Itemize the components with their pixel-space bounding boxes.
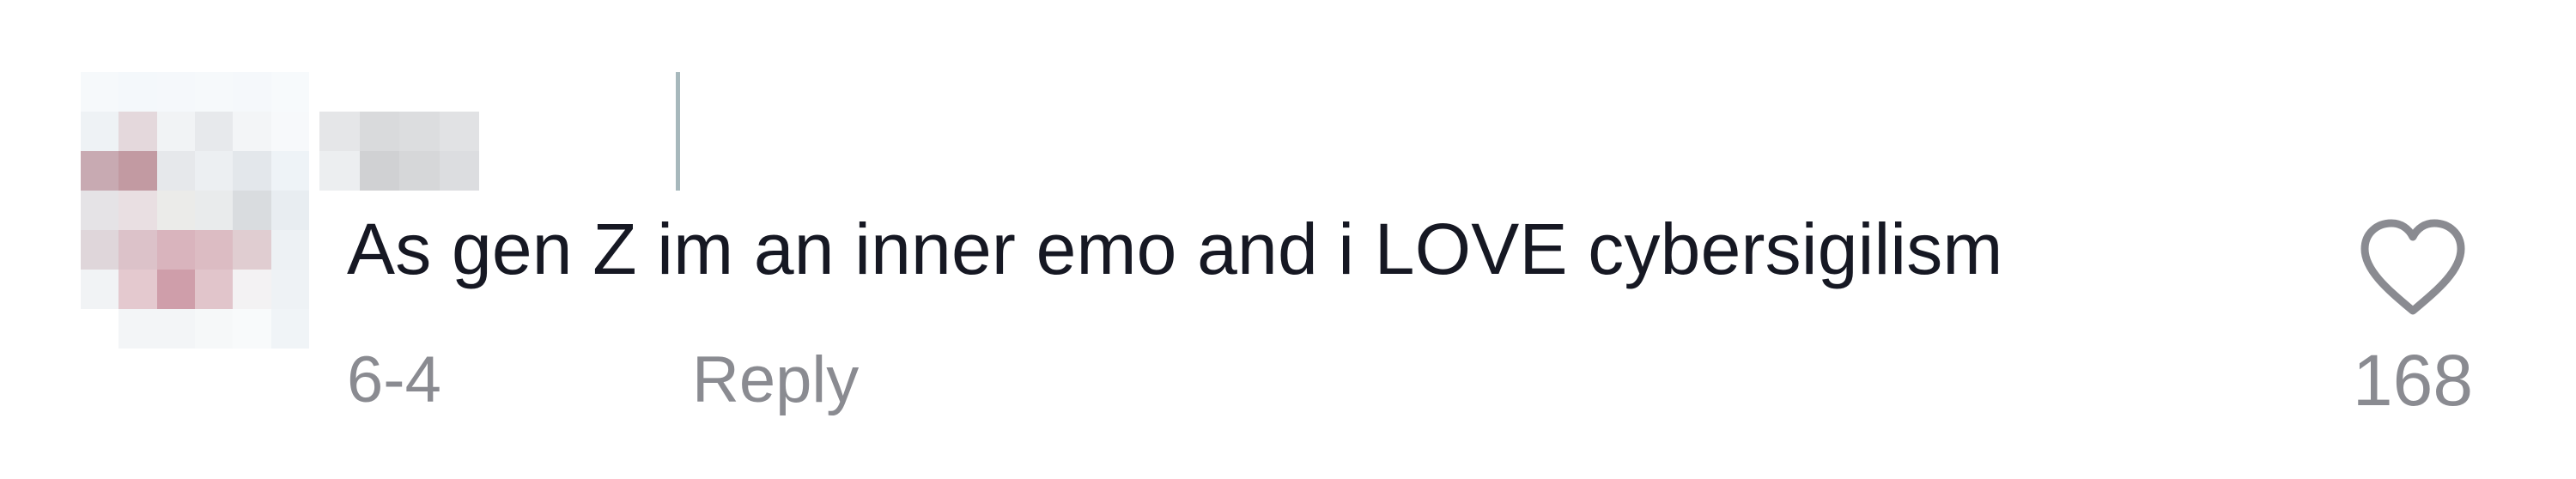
text-cursor — [676, 72, 680, 191]
username[interactable] — [319, 112, 479, 191]
comment-text: As gen Z im an inner emo and i LOVE cybe… — [347, 209, 2003, 289]
reply-button[interactable]: Reply — [692, 342, 859, 419]
heart-outline-icon — [2353, 215, 2473, 318]
like-count: 168 — [2352, 340, 2474, 421]
comment-item: As gen Z im an inner emo and i LOVE cybe… — [0, 0, 2576, 479]
like-button[interactable] — [2353, 215, 2473, 318]
avatar[interactable] — [81, 72, 309, 349]
comment-date: 6-4 — [347, 343, 441, 416]
